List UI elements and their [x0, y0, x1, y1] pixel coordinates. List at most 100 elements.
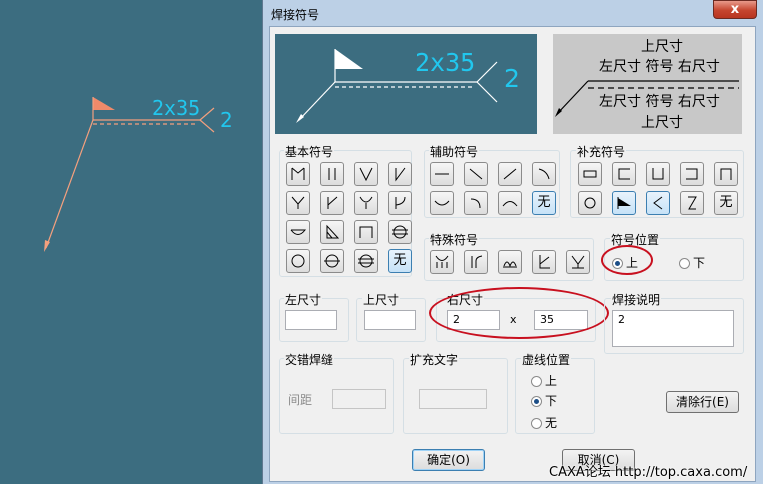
special-bevel-fillet-button[interactable]: [532, 250, 556, 274]
none-label: 无: [393, 253, 407, 268]
close-button[interactable]: x: [713, 0, 757, 19]
canvas-side-text: 2: [220, 108, 233, 132]
dash-position-none-label: 无: [545, 416, 558, 430]
supp-open-right-button[interactable]: [612, 162, 636, 186]
ok-button[interactable]: 确定(O): [412, 449, 485, 471]
flare-v-icon: [291, 167, 305, 180]
flat-box-icon: [583, 170, 597, 178]
weld-note-label: 焊接说明: [611, 291, 662, 308]
supp-field-weld-button[interactable]: [612, 191, 636, 215]
convex-corner-icon: [470, 198, 481, 209]
y-groove-icon: [291, 196, 305, 209]
basic-j-groove-button[interactable]: [388, 191, 412, 215]
basic-spot-button[interactable]: [286, 249, 310, 273]
aux-convex-corner-button[interactable]: [464, 191, 488, 215]
preview-side-text: 2: [504, 64, 520, 93]
flare-bevel-icon: [471, 255, 483, 268]
preview-dimension-text: 2x35: [415, 48, 476, 77]
u-groove-icon: [359, 196, 373, 209]
supp-angle-left-button[interactable]: [646, 191, 670, 215]
basic-v-groove-button[interactable]: [354, 162, 378, 186]
radio-dot: [531, 418, 542, 429]
special-flare-bevel-button[interactable]: [464, 250, 488, 274]
basic-none-button[interactable]: 无: [388, 249, 412, 273]
basic-symbols-label: 基本符号: [284, 143, 335, 160]
dimension-legend: 上尺寸 左尺寸 符号 右尺寸 左尺寸 符号 右尺寸 上尺寸: [553, 34, 742, 134]
aux-concave-button[interactable]: [430, 191, 454, 215]
weld-note-input[interactable]: 2: [612, 310, 734, 347]
radio-dot-selected: [612, 258, 623, 269]
spot-line-icon: [324, 254, 340, 268]
aux-convex-button[interactable]: [498, 191, 522, 215]
weld-symbol-dialog: 焊接符号 x 2x35 2 上尺寸 左尺寸 符号 右尺寸 左尺寸 符号 右尺寸 …: [262, 0, 763, 484]
auxiliary-symbols-label: 辅助符号: [429, 143, 480, 160]
supp-all-round-button[interactable]: [578, 191, 602, 215]
dash-position-up-radio[interactable]: 上: [531, 372, 557, 389]
clear-line-button[interactable]: 清除行(E): [666, 391, 739, 413]
symbol-position-down-radio[interactable]: 下: [679, 254, 705, 271]
all-round-icon: [584, 197, 596, 209]
left-dim-label: 左尺寸: [284, 291, 323, 308]
basic-seam-line-button[interactable]: [354, 249, 378, 273]
special-edge-button[interactable]: [498, 250, 522, 274]
weld-preview: 2x35 2: [275, 34, 537, 134]
concave-corner-icon: [538, 168, 550, 180]
ext-text-input[interactable]: [419, 389, 487, 409]
canvas-dimension-text: 2x35: [152, 96, 201, 120]
basic-fillet-button[interactable]: [320, 220, 344, 244]
legend-row-top: 左尺寸 符号 右尺寸: [599, 59, 720, 75]
basic-u-groove-button[interactable]: [354, 191, 378, 215]
supp-flat-box-button[interactable]: [578, 162, 602, 186]
symbol-position-up-label: 上: [626, 256, 639, 270]
left-dim-input[interactable]: [285, 310, 337, 330]
spot-icon: [291, 254, 305, 268]
special-symbols-label: 特殊符号: [429, 231, 480, 248]
weld-flag-shape: [93, 97, 115, 110]
basic-half-y-button[interactable]: [320, 191, 344, 215]
aux-diag-down-button[interactable]: [464, 162, 488, 186]
basic-plug-button[interactable]: [354, 220, 378, 244]
basic-seam-button[interactable]: [388, 220, 412, 244]
dash-position-down-label: 下: [545, 394, 558, 408]
diag-up-icon: [503, 168, 517, 180]
j-groove-icon: [395, 196, 406, 209]
supplementary-symbols-label: 补充符号: [576, 143, 627, 160]
staggered-weld-label: 交错焊缝: [284, 351, 335, 368]
field-weld-flag-icon: [617, 197, 631, 209]
dash-position-label: 虚线位置: [521, 351, 572, 368]
supp-open-bottom-button[interactable]: [714, 162, 738, 186]
basic-bevel-button[interactable]: [388, 162, 412, 186]
right-dim-input-a[interactable]: 2: [447, 310, 500, 330]
symbol-position-up-radio[interactable]: 上: [612, 254, 638, 271]
v-groove-icon: [359, 167, 373, 182]
supp-none-button[interactable]: 无: [714, 191, 738, 215]
bevel-fillet-icon: [539, 255, 550, 269]
legend-upper-dim: 上尺寸: [641, 39, 683, 55]
concave-icon: [434, 200, 450, 206]
special-flare-double-button[interactable]: [430, 250, 454, 274]
supp-open-left-button[interactable]: [680, 162, 704, 186]
dash-position-none-radio[interactable]: 无: [531, 414, 557, 431]
basic-y-groove-button[interactable]: [286, 191, 310, 215]
basic-square-butt-button[interactable]: [320, 162, 344, 186]
dialog-titlebar[interactable]: 焊接符号 x: [263, 0, 763, 26]
supp-open-top-button[interactable]: [646, 162, 670, 186]
aux-flush-button[interactable]: [430, 162, 454, 186]
supp-z-button[interactable]: [680, 191, 704, 215]
flush-icon: [435, 173, 449, 175]
upper-dim-input[interactable]: [364, 310, 416, 330]
special-v-fillet-button[interactable]: [566, 250, 590, 274]
cad-canvas[interactable]: 2x35 2: [0, 0, 262, 484]
radio-dot: [679, 258, 690, 269]
aux-diag-up-button[interactable]: [498, 162, 522, 186]
basic-flare-v-button[interactable]: [286, 162, 310, 186]
dash-position-down-radio[interactable]: 下: [531, 392, 557, 409]
basic-spot-line-button[interactable]: [320, 249, 344, 273]
radio-dot: [531, 376, 542, 387]
seam-icon: [392, 225, 408, 239]
right-dim-input-b[interactable]: 35: [534, 310, 588, 330]
basic-backing-button[interactable]: [286, 220, 310, 244]
spacing-input[interactable]: [332, 389, 386, 409]
aux-none-button[interactable]: 无: [532, 191, 556, 215]
aux-concave-corner-button[interactable]: [532, 162, 556, 186]
